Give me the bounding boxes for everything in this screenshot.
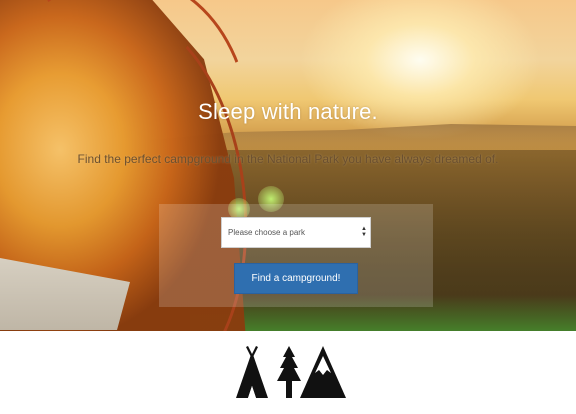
footer-icons (232, 346, 346, 400)
park-select-value: Please choose a park (228, 228, 305, 237)
pine-tree-icon (277, 346, 301, 398)
park-select[interactable]: Please choose a park ▲ ▼ (221, 217, 371, 248)
find-campground-button[interactable]: Find a campground! (234, 263, 358, 294)
footer-icons-svg (236, 346, 346, 398)
hero-subtitle: Find the perfect campground in the Natio… (77, 152, 499, 166)
teepee-icon (236, 346, 268, 398)
mountain-icon (300, 346, 346, 398)
hero-banner: Sleep with nature. Find the perfect camp… (0, 0, 576, 331)
select-arrows-icon: ▲ ▼ (361, 226, 367, 238)
search-panel: Please choose a park ▲ ▼ Find a campgroun… (159, 204, 433, 307)
hero-title: Sleep with nature. (198, 99, 378, 124)
